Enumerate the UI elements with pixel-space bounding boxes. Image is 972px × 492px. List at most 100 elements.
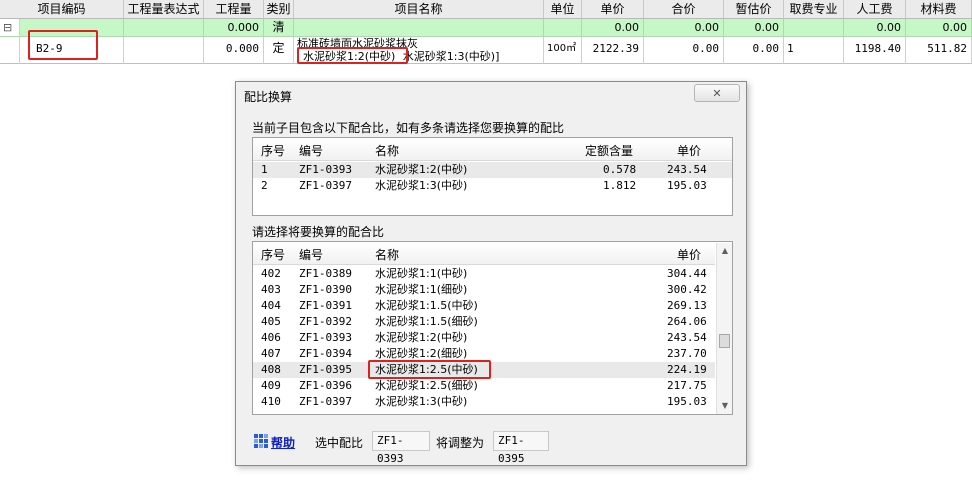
col-header-fee-type[interactable]: 取费专业 — [784, 0, 844, 19]
table-row[interactable]: 409 ZF1-0396 水泥砂浆1:2.5(细砂) 217.75 — [253, 378, 715, 394]
t2-row-price: 243.54 — [667, 331, 707, 344]
scroll-thumb[interactable] — [719, 334, 730, 348]
scroll-up-icon[interactable]: ▲ — [717, 243, 732, 259]
row2-labor[interactable]: 1198.40 — [844, 37, 906, 64]
vertical-scrollbar[interactable]: ▲ ▼ — [716, 243, 732, 414]
t1-header-no[interactable]: 序号 — [261, 142, 285, 159]
estimate-grid: 项目编码 工程量表达式 工程量 类别 项目名称 单位 单价 合价 暂估价 取费专… — [0, 0, 972, 66]
table-row[interactable]: 410 ZF1-0397 水泥砂浆1:3(中砂) 195.03 — [253, 394, 715, 410]
t2-row-code: ZF1-0389 — [299, 267, 352, 280]
t2-row-code: ZF1-0394 — [299, 347, 352, 360]
t2-row-code: ZF1-0396 — [299, 379, 352, 392]
col-header-quantity[interactable]: 工程量 — [204, 0, 264, 19]
t1-row1-name: 水泥砂浆1:2(中砂) — [375, 163, 468, 176]
t1-row1-no: 1 — [261, 163, 268, 176]
col-header-labor[interactable]: 人工费 — [844, 0, 906, 19]
row2-mix-ratio-2[interactable]: 水泥砂浆1:3(中砂)] — [403, 50, 500, 63]
row2-fee-type[interactable]: 1 — [784, 37, 844, 64]
t2-row-no: 402 — [261, 267, 281, 280]
row2-estimate[interactable]: 0.00 — [724, 37, 784, 64]
col-header-estimate[interactable]: 暂估价 — [724, 0, 784, 19]
t2-row-name: 水泥砂浆1:1.5(细砂) — [375, 315, 478, 328]
col-header-expression[interactable]: 工程量表达式 — [124, 0, 204, 19]
scroll-down-icon[interactable]: ▼ — [717, 398, 732, 414]
t2-row-no: 407 — [261, 347, 281, 360]
row2-quantity[interactable]: 0.000 — [204, 37, 264, 64]
t1-header-quota[interactable]: 定额含量 — [585, 142, 633, 159]
collapse-icon[interactable]: ⊟ — [3, 19, 12, 36]
row1-total[interactable]: 0.00 — [644, 19, 724, 37]
t1-header-code[interactable]: 编号 — [299, 142, 323, 159]
table-row[interactable]: 406 ZF1-0393 水泥砂浆1:2(中砂) 243.54 — [253, 330, 715, 346]
t2-row-no: 406 — [261, 331, 281, 344]
t2-row-name: 水泥砂浆1:2(中砂) — [375, 331, 468, 344]
t2-row-name: 水泥砂浆1:1.5(中砂) — [375, 299, 478, 312]
col-header-code[interactable]: 项目编码 — [0, 0, 124, 19]
t2-row-no: 403 — [261, 283, 281, 296]
adjust-to-label: 将调整为 — [436, 436, 485, 450]
t2-row-price: 195.03 — [667, 395, 707, 408]
table-row[interactable]: 2 ZF1-0397 水泥砂浆1:3(中砂) 1.812 195.03 — [253, 178, 732, 194]
t2-row-price: 217.75 — [667, 379, 707, 392]
help-grid-icon[interactable] — [254, 434, 268, 448]
t1-row2-no: 2 — [261, 179, 268, 192]
col-header-category[interactable]: 类别 — [264, 0, 294, 19]
t2-header-name[interactable]: 名称 — [375, 246, 399, 263]
col-header-name[interactable]: 项目名称 — [294, 0, 544, 19]
row2-category[interactable]: 定 — [264, 37, 294, 64]
t2-row-no: 404 — [261, 299, 281, 312]
t1-row2-qty: 1.812 — [603, 179, 637, 192]
current-mix-table: 序号 编号 名称 定额含量 单价 1 ZF1-0393 水泥砂浆1:2(中砂) … — [252, 137, 733, 216]
t2-row-name: 水泥砂浆1:2.5(细砂) — [375, 379, 478, 392]
row1-estimate[interactable]: 0.00 — [724, 19, 784, 37]
row2-price[interactable]: 2122.39 — [582, 37, 644, 64]
t1-header-name[interactable]: 名称 — [375, 142, 399, 159]
table-row[interactable]: 402 ZF1-0389 水泥砂浆1:1(中砂) 304.44 — [253, 266, 715, 282]
t2-row-code: ZF1-0392 — [299, 315, 352, 328]
target-mix-table-header: 序号 编号 名称 单价 — [253, 242, 715, 265]
expand-toggle[interactable]: ⊟ — [0, 19, 20, 37]
t2-row-name: 水泥砂浆1:3(中砂) — [375, 395, 468, 408]
t2-header-code[interactable]: 编号 — [299, 246, 323, 263]
col-header-total[interactable]: 合价 — [644, 0, 724, 19]
row1-unit[interactable] — [544, 19, 582, 37]
row1-category[interactable]: 清 — [264, 19, 294, 37]
row2-expression[interactable] — [124, 37, 204, 64]
t1-header-price[interactable]: 单价 — [677, 142, 701, 159]
row1-name[interactable] — [294, 19, 544, 37]
row1-material[interactable]: 0.00 — [906, 19, 972, 37]
t2-row-price: 300.42 — [667, 283, 707, 296]
row1-price[interactable]: 0.00 — [582, 19, 644, 37]
highlight-box-mix-ratio — [297, 47, 408, 64]
close-button[interactable]: ✕ — [694, 84, 740, 102]
row1-expression[interactable] — [124, 19, 204, 37]
row2-total[interactable]: 0.00 — [644, 37, 724, 64]
row1-fee-type[interactable] — [784, 19, 844, 37]
table-row[interactable]: 1 ZF1-0393 水泥砂浆1:2(中砂) 0.578 243.54 — [253, 162, 732, 178]
t1-row2-name: 水泥砂浆1:3(中砂) — [375, 179, 468, 192]
t2-row-price: 224.19 — [667, 363, 707, 376]
table-row[interactable]: 404 ZF1-0391 水泥砂浆1:1.5(中砂) 269.13 — [253, 298, 715, 314]
col-header-unit[interactable]: 单位 — [544, 0, 582, 19]
row2-material[interactable]: 511.82 — [906, 37, 972, 64]
table-row[interactable]: 405 ZF1-0392 水泥砂浆1:1.5(细砂) 264.06 — [253, 314, 715, 330]
t2-header-price[interactable]: 单价 — [677, 246, 701, 263]
t2-row-name: 水泥砂浆1:1(细砂) — [375, 283, 468, 296]
row2-gutter — [0, 37, 20, 64]
t2-header-no[interactable]: 序号 — [261, 246, 285, 263]
col-header-material[interactable]: 材料费 — [906, 0, 972, 19]
col-header-price[interactable]: 单价 — [582, 0, 644, 19]
row1-quantity[interactable]: 0.000 — [204, 19, 264, 37]
adjust-to-field[interactable]: ZF1-0395 — [493, 431, 549, 465]
selected-mix-field[interactable]: ZF1-0393 — [372, 431, 430, 465]
help-link[interactable]: 帮助 — [271, 434, 295, 451]
row2-unit[interactable]: 100㎡ — [544, 37, 582, 64]
t2-row-no: 410 — [261, 395, 281, 408]
row1-labor[interactable]: 0.00 — [844, 19, 906, 37]
t2-row-price: 304.44 — [667, 267, 707, 280]
t2-row-price: 237.70 — [667, 347, 707, 360]
t2-row-name: 水泥砂浆1:1(中砂) — [375, 267, 468, 280]
table-row[interactable]: 403 ZF1-0390 水泥砂浆1:1(细砂) 300.42 — [253, 282, 715, 298]
selected-mix-label: 选中配比 — [315, 436, 364, 450]
highlight-box-code — [28, 30, 98, 60]
